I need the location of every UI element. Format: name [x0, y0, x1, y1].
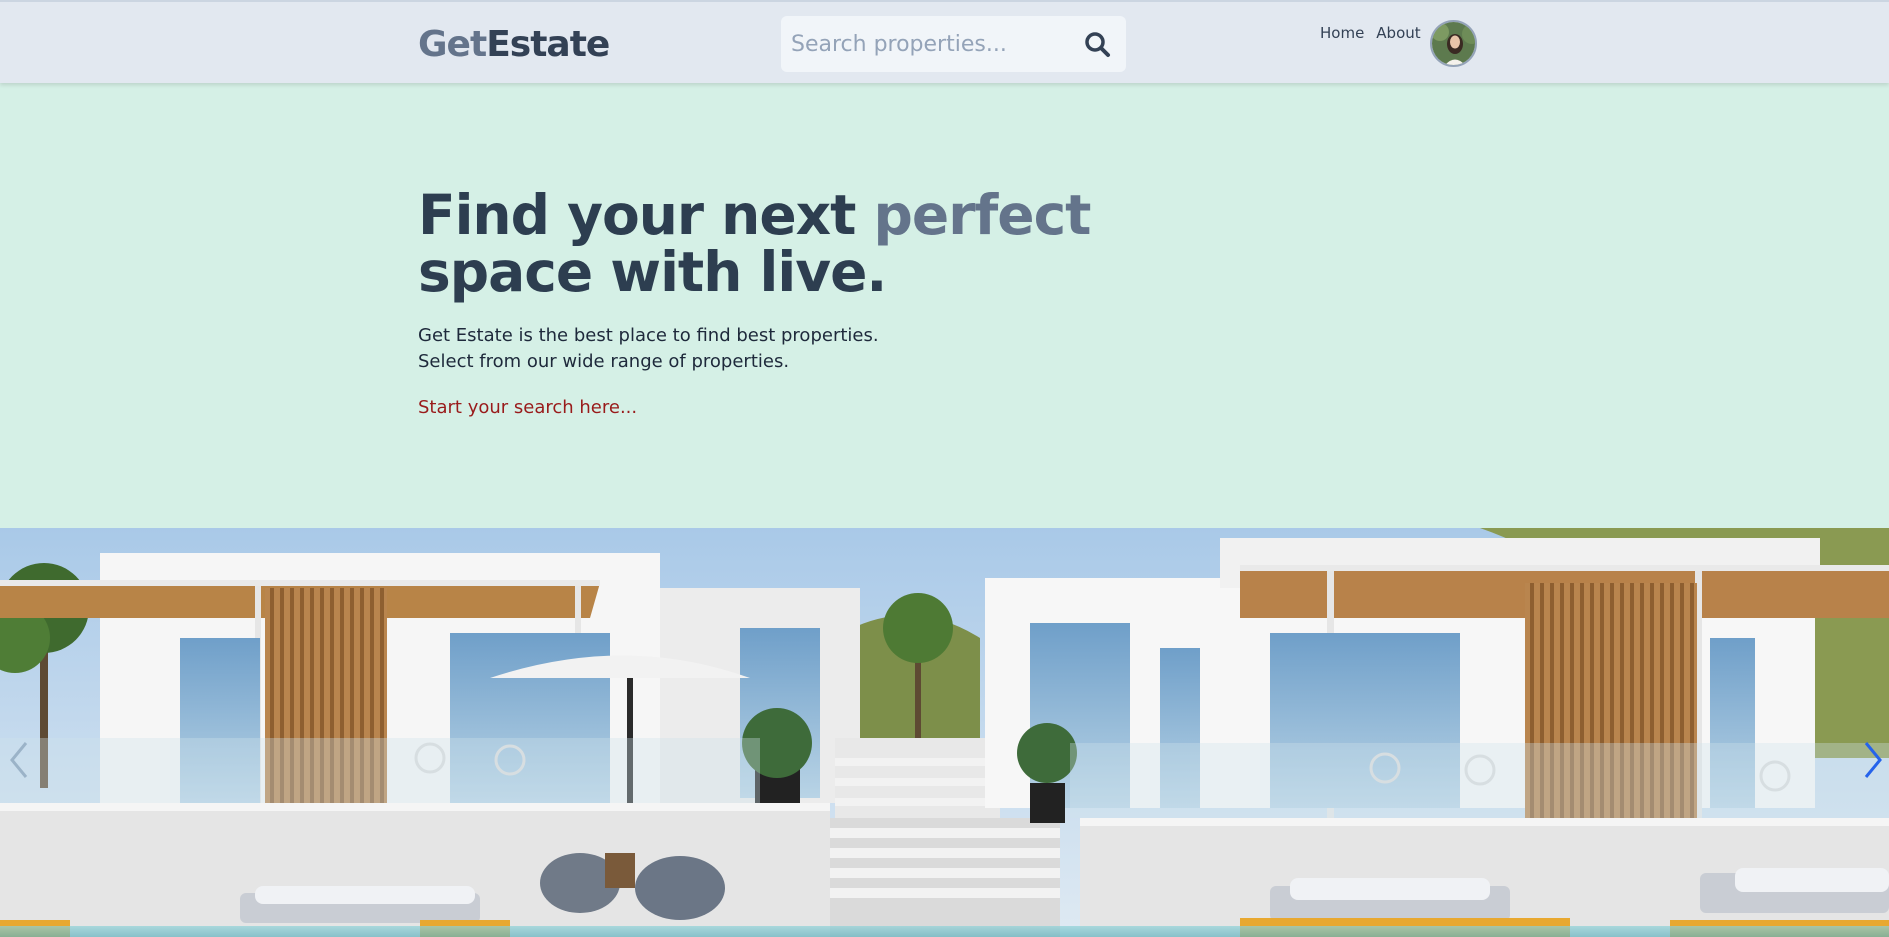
- search-input[interactable]: [791, 24, 1071, 64]
- subtext-line2: Select from our wide range of properties…: [418, 351, 790, 372]
- hero-subtext: Get Estate is the best place to find bes…: [418, 323, 1018, 375]
- hero-section: Find your next perfect space with live. …: [0, 83, 1889, 528]
- brand-logo[interactable]: GetEstate: [418, 22, 610, 68]
- top-navbar: GetEstate Home About: [0, 0, 1889, 83]
- villa-photo: [0, 528, 1889, 937]
- nav-about-link[interactable]: About: [1376, 24, 1420, 42]
- brand-prefix: Get: [418, 24, 487, 65]
- chevron-right-icon[interactable]: [1858, 735, 1888, 785]
- nav-links: Home About: [1320, 24, 1433, 42]
- subtext-line1: Get Estate is the best place to find bes…: [418, 325, 879, 346]
- property-carousel: [0, 528, 1889, 937]
- search-bar: [781, 16, 1126, 72]
- brand-suffix: Estate: [486, 24, 610, 65]
- start-search-link[interactable]: Start your search here...: [418, 397, 637, 418]
- chevron-left-icon[interactable]: [4, 735, 34, 785]
- nav-home-link[interactable]: Home: [1320, 24, 1364, 42]
- user-avatar[interactable]: [1430, 20, 1477, 67]
- headline-accent: perfect: [873, 183, 1092, 247]
- search-icon[interactable]: [1081, 28, 1115, 62]
- headline-line2: space with live.: [418, 240, 887, 304]
- headline-part1: Find your next: [418, 183, 874, 247]
- hero-headline: Find your next perfect space with live.: [418, 187, 1178, 301]
